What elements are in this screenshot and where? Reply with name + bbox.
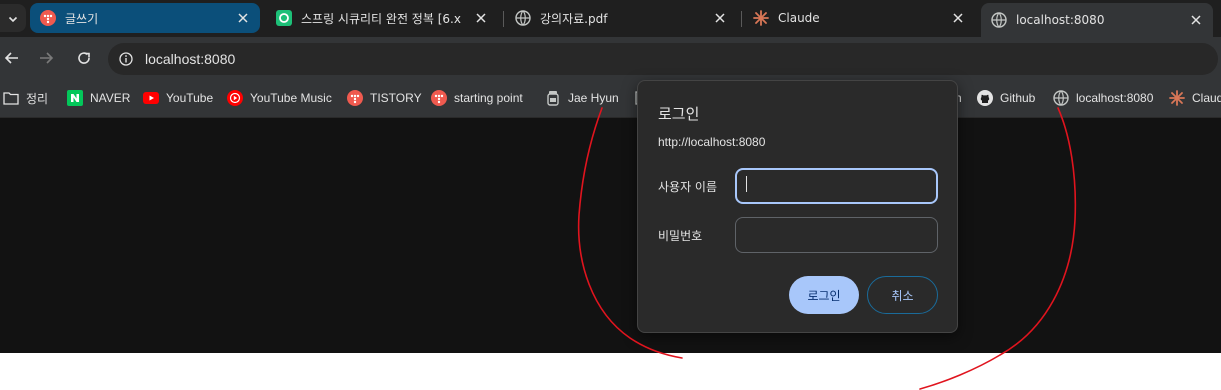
globe-icon (991, 12, 1007, 28)
tab-title: 강의자료.pdf (540, 11, 608, 26)
bookmark-jae-hyun[interactable]: Jae Hyun (545, 88, 619, 108)
arrow-left-icon (4, 52, 18, 64)
close-icon[interactable] (1189, 13, 1203, 27)
bookmarks-bar: 정리 NAVER YouTube YouTube Music TISTORY s… (0, 79, 1221, 118)
course-icon (276, 10, 292, 26)
tab-strip: 글쓰기 스프링 시큐리티 완전 정복 [6.x 강의자료.pdf Claude (0, 0, 1221, 37)
bookmark-label: YouTube Music (250, 91, 332, 105)
tab-title: 글쓰기 (65, 11, 99, 26)
naver-icon (67, 90, 83, 106)
bookmark-github[interactable]: Github (977, 88, 1035, 108)
tab-title: 스프링 시큐리티 완전 정복 [6.x (301, 11, 461, 26)
tab-spring-security[interactable]: 스프링 시큐리티 완전 정복 [6.x (266, 3, 498, 33)
close-icon[interactable] (951, 11, 965, 25)
tab-title: Claude (778, 11, 820, 25)
url-text: localhost:8080 (145, 51, 236, 67)
claude-icon (1169, 90, 1185, 106)
tab-separator (503, 11, 504, 27)
globe-icon (515, 10, 531, 26)
tistory-icon (431, 90, 447, 106)
tab-search-button[interactable] (0, 4, 26, 32)
bookmark-label: Jae Hyun (568, 91, 619, 105)
bookmark-label: NAVER (90, 91, 131, 105)
github-icon (977, 90, 993, 106)
chevron-down-icon (8, 9, 18, 28)
dialog-title: 로그인 (658, 105, 700, 123)
close-icon[interactable] (474, 11, 488, 25)
youtube-music-icon (227, 90, 243, 106)
tab-localhost[interactable]: localhost:8080 (981, 3, 1213, 37)
text-caret (746, 176, 747, 192)
close-icon[interactable] (236, 11, 250, 25)
bookmark-folder-jeongri[interactable]: 정리 (3, 88, 48, 108)
reload-button[interactable] (75, 49, 93, 67)
bookmark-label: TISTORY (370, 91, 422, 105)
bookmark-youtube[interactable]: YouTube (143, 88, 213, 108)
bookmark-label: Github (1000, 91, 1036, 105)
reload-icon (78, 52, 90, 64)
bookmark-label: localhost:8080 (1076, 91, 1154, 105)
tab-separator (741, 11, 742, 27)
folder-icon (3, 90, 19, 106)
tab-pdf[interactable]: 강의자료.pdf (505, 3, 737, 33)
login-dialog: 로그인 http://localhost:8080 사용자 이름 비밀번호 로그… (637, 80, 958, 333)
youtube-icon (143, 90, 159, 106)
page-content (0, 118, 1221, 353)
login-button[interactable]: 로그인 (789, 276, 859, 314)
arrow-right-icon (40, 52, 54, 64)
site-info-icon[interactable] (119, 52, 133, 66)
bookmark-tistory[interactable]: TISTORY (347, 88, 422, 108)
bookmark-naver[interactable]: NAVER (67, 88, 130, 108)
claude-icon (753, 10, 769, 26)
dialog-origin: http://localhost:8080 (658, 135, 766, 149)
address-bar[interactable]: localhost:8080 (108, 43, 1218, 75)
tistory-icon (40, 10, 56, 26)
tab-claude[interactable]: Claude (743, 3, 975, 33)
tab-write[interactable]: 글쓰기 (30, 3, 260, 33)
back-button[interactable] (3, 49, 21, 67)
username-input[interactable] (735, 168, 938, 204)
bookmark-label: YouTube (166, 91, 214, 105)
bookmark-label: Claud (1192, 91, 1221, 105)
username-label: 사용자 이름 (658, 180, 718, 194)
bookmark-label: 정리 (26, 91, 49, 106)
globe-icon (1053, 90, 1069, 106)
jar-icon (545, 90, 561, 106)
bookmark-starting-point[interactable]: starting point (431, 88, 523, 108)
tab-title: localhost:8080 (1016, 13, 1105, 27)
close-icon[interactable] (713, 11, 727, 25)
cancel-button[interactable]: 취소 (867, 276, 938, 314)
password-label: 비밀번호 (658, 229, 703, 243)
forward-button[interactable] (37, 49, 55, 67)
password-input[interactable] (735, 217, 938, 253)
tistory-icon (347, 90, 363, 106)
bookmark-youtube-music[interactable]: YouTube Music (227, 88, 332, 108)
bookmark-localhost[interactable]: localhost:8080 (1053, 88, 1153, 108)
bookmark-claude[interactable]: Claud (1169, 88, 1221, 108)
bookmark-label: starting point (454, 91, 523, 105)
